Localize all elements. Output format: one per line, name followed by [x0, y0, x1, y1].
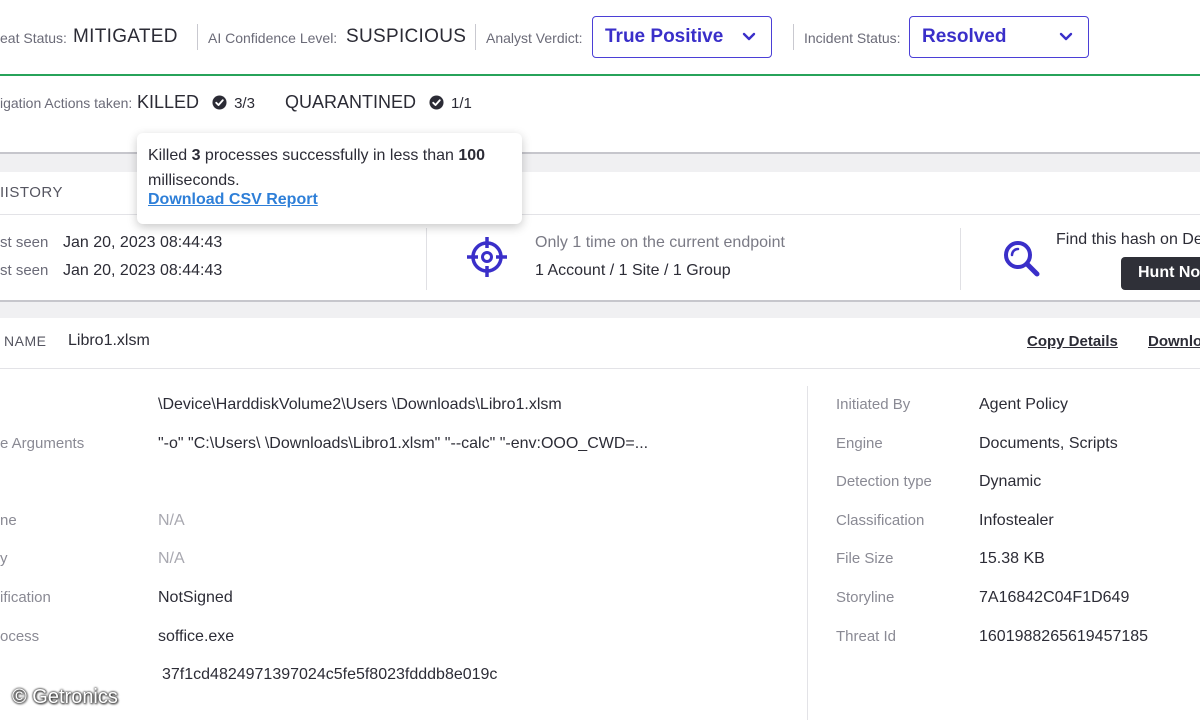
scope-text: 1 Account / 1 Site / 1 Group: [535, 262, 731, 279]
last-seen-label: st seen: [0, 262, 49, 279]
detail-label: Initiated By: [836, 396, 911, 413]
status-divider-line: [0, 74, 1200, 76]
detail-label: Detection type: [836, 473, 932, 490]
download-csv-link[interactable]: Download CSV Report: [148, 191, 318, 209]
action-name: KILLED: [137, 92, 200, 112]
check-circle-icon: [212, 95, 227, 110]
action-killed: KILLED 3/3: [137, 92, 255, 113]
last-seen-value: Jan 20, 2023 08:44:43: [63, 262, 223, 279]
detail-label: y: [0, 550, 8, 567]
target-icon: [467, 237, 507, 277]
search-icon: [1004, 241, 1040, 277]
hunt-now-label: Hunt No: [1138, 264, 1200, 281]
tooltip-text: Killed 3 processes successfully in less …: [148, 143, 503, 193]
incident-status-dropdown[interactable]: Resolved: [909, 16, 1089, 58]
detail-value: Documents, Scripts: [979, 435, 1118, 452]
status-divider: [197, 24, 198, 50]
ai-confidence-label: AI Confidence Level:: [208, 30, 338, 46]
detail-label: File Size: [836, 550, 894, 567]
detail-value: 15.38 KB: [979, 550, 1045, 567]
hunt-now-button[interactable]: Hunt No: [1121, 257, 1200, 290]
status-divider: [793, 24, 794, 50]
storyline-value: 7A16842C04F1D649: [979, 589, 1130, 606]
copy-details-link[interactable]: Copy Details: [1027, 333, 1118, 350]
arguments-value: "-o" "C:\Users\ \Downloads\Libro1.xlsm" …: [158, 435, 649, 452]
status-divider: [475, 24, 476, 50]
chevron-down-icon: [1059, 32, 1073, 41]
first-seen-label: st seen: [0, 234, 49, 251]
threat-id-value: 1601988265619457185: [979, 628, 1149, 645]
tooltip-ms: 100: [458, 147, 486, 164]
detail-value: Agent Policy: [979, 396, 1068, 413]
detail-value: Dynamic: [979, 473, 1042, 490]
details-col-divider: [807, 386, 808, 720]
tooltip-text-part: Killed: [148, 147, 192, 164]
file-name-value: Libro1.xlsm: [68, 332, 150, 349]
path-value: \Device\HarddiskVolume2\Users \Downloads…: [158, 396, 562, 413]
watermark: © Getronics: [12, 686, 118, 708]
action-count: 3/3: [234, 95, 255, 112]
tooltip-text-part: processes successfully in less than: [200, 147, 459, 164]
detail-value: N/A: [158, 550, 185, 567]
detail-label: ification: [0, 589, 51, 606]
action-name: QUARANTINED: [285, 92, 417, 112]
analyst-verdict-label: Analyst Verdict:: [486, 30, 583, 46]
detail-label: ne: [0, 512, 17, 529]
section-gap: [0, 300, 1200, 320]
action-quarantined: QUARANTINED 1/1: [285, 92, 472, 113]
analyst-verdict-value: True Positive: [605, 26, 724, 47]
history-col-divider: [426, 228, 427, 290]
ai-confidence-value: SUSPICIOUS: [346, 26, 467, 47]
signature-value: NotSigned: [158, 589, 233, 606]
detail-value: Infostealer: [979, 512, 1054, 529]
incident-status-label: Incident Status:: [804, 30, 901, 46]
detail-label: Engine: [836, 435, 883, 452]
threat-status-label: eat Status:: [0, 30, 67, 46]
tooltip-text-part: milliseconds.: [148, 172, 240, 189]
find-hash-text: Find this hash on De: [1056, 231, 1200, 248]
name-label: NAME: [4, 333, 47, 349]
history-col-divider: [960, 228, 961, 290]
detail-label: Threat Id: [836, 628, 897, 645]
endpoint-text: Only 1 time on the current endpoint: [535, 234, 785, 251]
detail-label: Classification: [836, 512, 925, 529]
threat-status-value: MITIGATED: [73, 26, 178, 47]
analyst-verdict-dropdown[interactable]: True Positive: [592, 16, 772, 58]
mitigation-label: igation Actions taken:: [0, 95, 133, 111]
detail-label: e Arguments: [0, 435, 85, 452]
chevron-down-icon: [742, 32, 756, 41]
check-circle-icon: [429, 95, 444, 110]
detail-value: N/A: [158, 512, 185, 529]
action-count: 1/1: [451, 95, 472, 112]
detail-label: Storyline: [836, 589, 895, 606]
first-seen-value: Jan 20, 2023 08:44:43: [63, 234, 223, 251]
details-divider: [0, 368, 1200, 369]
hash-value: 37f1cd4824971397024c5fe5f8023fdddb8e019c: [162, 666, 498, 683]
download-link[interactable]: Downlo: [1148, 333, 1200, 350]
process-value: soffice.exe: [158, 628, 235, 645]
details-card: NAME Libro1.xlsm Copy Details Downlo \De…: [0, 318, 1200, 720]
incident-status-value: Resolved: [922, 26, 1007, 47]
history-title: IISTORY: [0, 184, 63, 201]
tooltip-popup: Killed 3 processes successfully in less …: [137, 133, 522, 224]
detail-label: ocess: [0, 628, 40, 645]
